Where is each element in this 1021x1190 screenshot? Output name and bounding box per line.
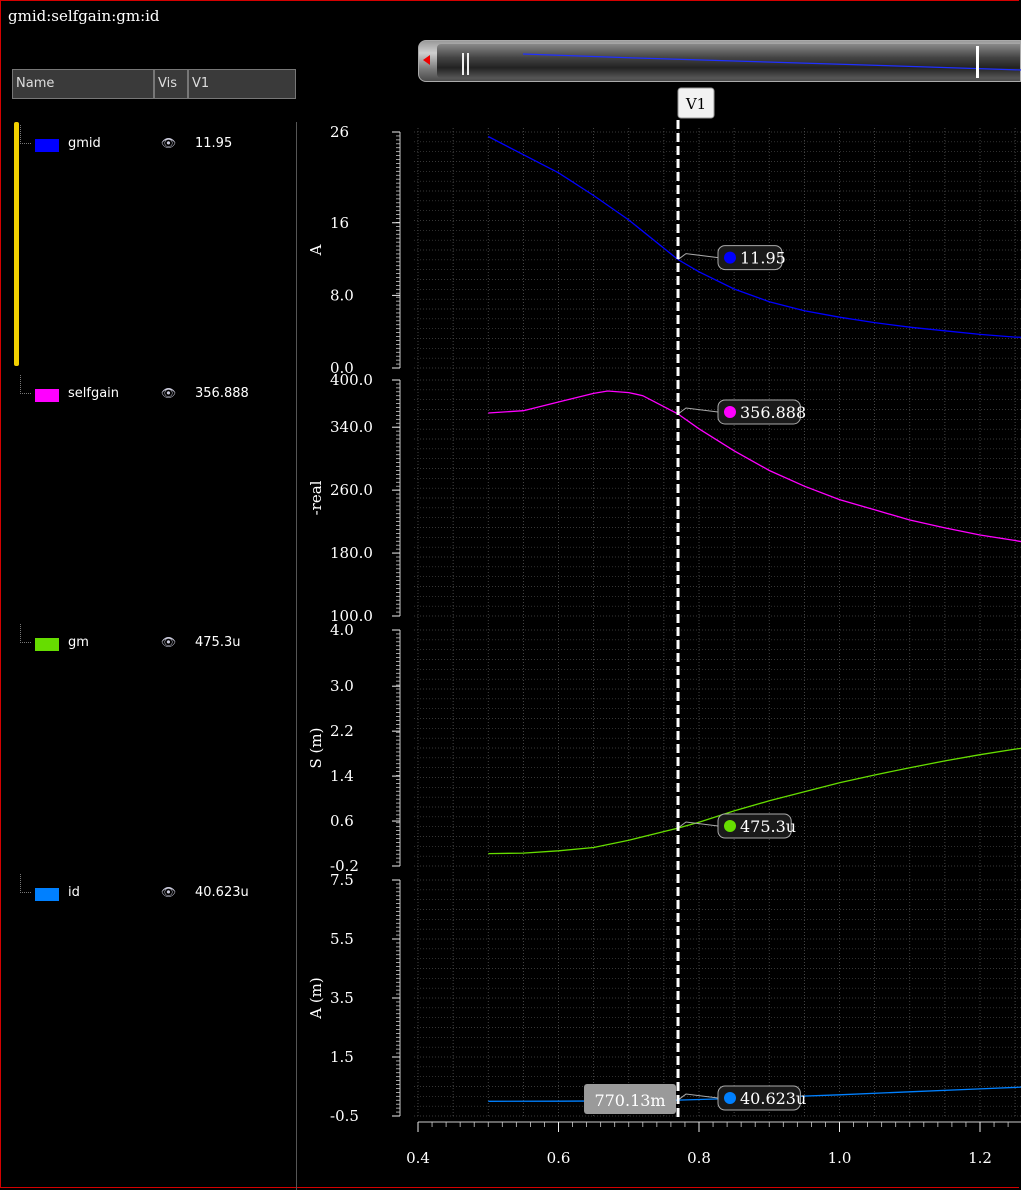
y-tick-label: 4.0 [330,621,354,639]
series-line-gmid [488,135,1021,338]
y-tick-label: 3.0 [330,677,354,695]
y-axis-label: -real [307,480,325,515]
y-tick-label: 16 [330,214,349,232]
y-axis-label: S (m) [307,728,325,769]
y-tick-label: 180.0 [330,544,373,562]
marker-dot [724,405,736,418]
y-tick-label: 3.5 [330,989,354,1007]
y-tick-label: 5.5 [330,930,354,948]
cursor-tag-label: V1 [685,95,706,113]
y-tick-label: 1.4 [330,767,354,785]
x-tick-label: 0.4 [406,1149,430,1167]
y-tick-label: 340.0 [330,418,373,436]
y-tick-label: 400.0 [330,371,373,389]
marker-value-label: 475.3u [740,817,796,836]
y-tick-label: 0.6 [330,812,354,830]
y-axis-label: A [307,244,325,256]
x-tick-label: 1.0 [828,1149,852,1167]
marker-dot [724,1092,736,1105]
y-tick-label: 2.2 [330,722,354,740]
y-tick-label: 7.5 [330,871,354,889]
waveform-chart[interactable]: 0.08.01626A 11.95100.0180.0260.0340.0400.… [0,0,1021,1190]
marker-dot [724,251,736,264]
marker-value-label: 11.95 [740,249,786,268]
marker-dot [724,820,736,833]
y-tick-label: 26 [330,123,349,141]
marker-value-label: 356.888 [740,403,806,422]
marker-leader-line [677,253,719,260]
y-tick-label: 1.5 [330,1048,354,1066]
y-axis-label: A (m) [307,977,325,1020]
x-tick-label: 0.6 [547,1149,571,1167]
cursor-x-readout: 770.13m [594,1091,665,1110]
x-tick-label: 0.8 [687,1149,711,1167]
y-tick-label: 8.0 [330,286,354,304]
y-tick-label: -0.5 [330,1107,359,1125]
y-tick-label: 260.0 [330,481,373,499]
marker-leader-line [677,407,719,415]
x-tick-label: 1.2 [968,1149,992,1167]
marker-value-label: 40.623u [740,1089,806,1108]
